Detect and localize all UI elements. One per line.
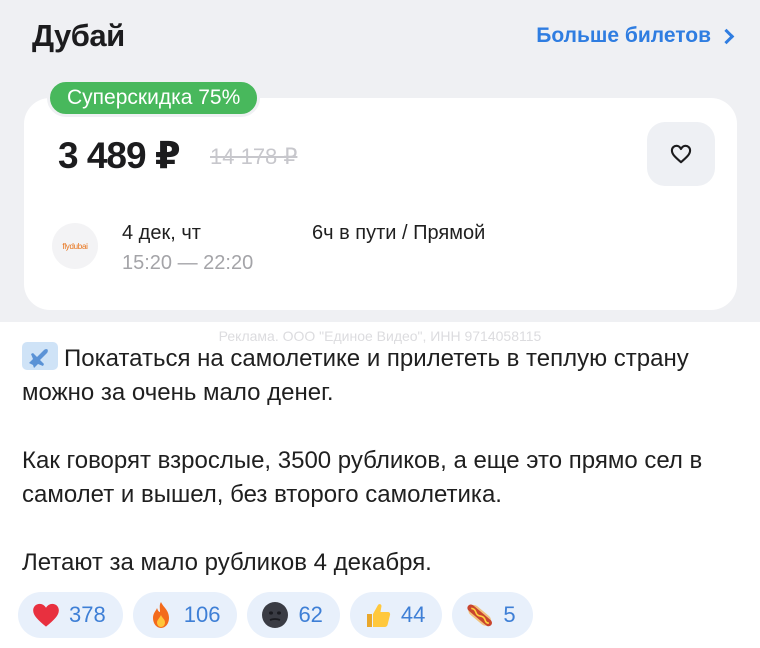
more-tickets-label: Больше билетов <box>536 24 711 47</box>
ticket-card[interactable]: 3 489 ₽ 14 178 ₽ flydubai 4 дек, чт 15:2… <box>24 98 737 310</box>
post-paragraph-1-text: Покататься на самолетике и прилететь в т… <box>22 345 689 406</box>
discount-badge: Суперскидка 75% <box>47 79 261 117</box>
reaction-count: 62 <box>298 602 323 627</box>
ticket-widget: Дубай Больше билетов Суперскидка 75% 3 4… <box>0 0 760 322</box>
favorite-button[interactable] <box>647 122 715 186</box>
city-title: Дубай <box>32 18 125 53</box>
reaction-dark-face[interactable]: 62 <box>247 592 340 638</box>
hotdog-icon <box>465 600 495 630</box>
post-text: Покататься на самолетике и прилететь в т… <box>22 342 742 580</box>
heart-icon <box>31 600 61 630</box>
reaction-count: 5 <box>503 602 516 627</box>
airplane-icon <box>22 342 58 370</box>
reaction-count: 44 <box>400 602 426 627</box>
dark-face-icon <box>260 600 290 630</box>
reactions-bar: 378 106 62 44 5 <box>18 592 533 638</box>
post-paragraph-3: Летают за мало рубликов 4 декабря. <box>22 549 432 576</box>
post-paragraph-2: Как говорят взрослые, 3500 рубликов, а е… <box>22 447 703 508</box>
reaction-hotdog[interactable]: 5 <box>452 592 533 638</box>
reaction-fire[interactable]: 106 <box>132 592 238 638</box>
airline-logo: flydubai <box>52 223 98 269</box>
reaction-heart[interactable]: 378 <box>18 592 123 638</box>
ticket-price: 3 489 ₽ <box>58 135 181 176</box>
more-tickets-link[interactable]: Больше билетов <box>536 24 735 48</box>
thumbs-up-icon <box>363 600 393 630</box>
flight-duration: 6ч в пути / Прямой <box>312 222 486 244</box>
ticket-old-price: 14 178 ₽ <box>210 144 298 169</box>
chevron-right-icon <box>718 28 735 45</box>
reaction-thumbs-up[interactable]: 44 <box>349 592 443 638</box>
flight-date: 4 дек, чт <box>122 222 201 244</box>
heart-outline-icon <box>670 144 692 164</box>
fire-icon <box>146 600 176 630</box>
post-paragraph-1: Покататься на самолетике и прилететь в т… <box>22 342 742 410</box>
flight-time: 15:20 — 22:20 <box>122 252 254 274</box>
reaction-count: 106 <box>183 602 221 627</box>
reaction-count: 378 <box>69 602 106 627</box>
